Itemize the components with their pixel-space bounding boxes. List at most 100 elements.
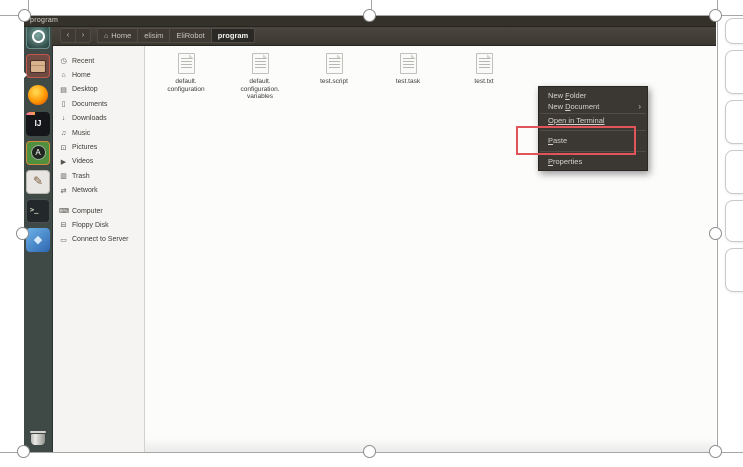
menu-item-new-document[interactable]: New Document› <box>539 101 647 112</box>
place-icon: ▯ <box>59 100 68 108</box>
place-label: Pictures <box>72 144 97 151</box>
place-icon: ▥ <box>59 172 68 180</box>
breadcrumb-label: EliRobot <box>176 31 204 40</box>
document-icon <box>178 53 195 74</box>
file-name-label: default. configuration <box>151 78 221 93</box>
file-item-test-txt[interactable]: test.txt <box>449 53 519 86</box>
side-toolbar-button[interactable] <box>725 50 743 94</box>
launcher-icon: >_ <box>26 199 50 221</box>
sidebar-item-computer[interactable]: ⌨ Computer <box>52 204 144 218</box>
sidebar-item-videos[interactable]: ▶ Videos <box>52 155 144 169</box>
place-icon: ▭ <box>59 236 68 244</box>
sidebar-item-floppy-disk[interactable]: ⊟ Floppy Disk <box>52 218 144 232</box>
launcher-item-ubuntu-dash[interactable] <box>26 25 50 49</box>
running-indicator-icon <box>24 72 27 78</box>
launcher-icon: A <box>31 145 46 160</box>
sidebar-item-trash[interactable]: ▥ Trash <box>52 169 144 183</box>
file-name-label: test.task <box>373 78 443 86</box>
launcher-item-terminal[interactable]: >_ <box>26 199 50 223</box>
selection-handle-bottom-center[interactable] <box>363 445 376 458</box>
place-label: Recent <box>72 58 94 65</box>
launcher-item-firefox[interactable] <box>26 83 50 107</box>
file-item-test-script[interactable]: test.script <box>299 53 369 86</box>
file-item-default-configuration[interactable]: default. configuration <box>151 53 221 93</box>
launcher-item-trash[interactable] <box>27 428 49 448</box>
selection-handle-middle-right[interactable] <box>709 227 722 240</box>
file-item-test-task[interactable]: test.task <box>373 53 443 86</box>
launcher-item-app-a[interactable]: A <box>26 141 50 165</box>
file-name-label: test.txt <box>449 78 519 86</box>
nav-buttons: ‹ › <box>60 28 91 43</box>
window-title: program <box>30 17 58 24</box>
breadcrumb-label: Home <box>111 31 131 40</box>
selection-handle-top-right[interactable] <box>709 9 722 22</box>
file-name-label: test.script <box>299 78 369 86</box>
sidebar-item-recent[interactable]: ◷ Recent <box>52 54 144 68</box>
breadcrumb-label: program <box>218 31 248 40</box>
submenu-arrow-icon: › <box>638 101 641 112</box>
selection-handle-bottom-left[interactable] <box>17 445 30 458</box>
place-icon: ▶ <box>59 158 68 166</box>
breadcrumb-home[interactable]: ⌂Home <box>97 28 138 43</box>
document-icon <box>252 53 269 74</box>
editor-canvas: { "screenshot": { "topbar": { "title": "… <box>0 0 743 467</box>
document-icon <box>476 53 493 74</box>
place-label: Downloads <box>72 115 107 122</box>
place-icon: ⌨ <box>59 207 68 215</box>
breadcrumb-elisim[interactable]: elisim <box>137 28 170 43</box>
sidebar-item-desktop[interactable]: ▤ Desktop <box>52 83 144 97</box>
screenshot-image[interactable]: IJ A ✎ >_ ◆ program ‹ › ⌂Home elisim <box>24 16 716 452</box>
sidebar-item-pictures[interactable]: ⊡ Pictures <box>52 140 144 154</box>
place-label: Music <box>72 130 90 137</box>
place-icon: ⌂ <box>59 72 68 79</box>
place-icon: ⇄ <box>59 187 68 195</box>
launcher-item-text-editor[interactable]: ✎ <box>26 170 50 194</box>
back-button[interactable]: ‹ <box>60 28 76 43</box>
sidebar-item-downloads[interactable]: ↓ Downloads <box>52 112 144 126</box>
paste-highlight-annotation <box>516 126 636 155</box>
breadcrumb: ⌂Home elisim EliRobot program <box>98 28 255 43</box>
sidebar-item-documents[interactable]: ▯ Documents <box>52 97 144 111</box>
menu-item-new-folder[interactable]: New Folder <box>539 90 647 101</box>
sidebar-item-music[interactable]: ♫ Music <box>52 126 144 140</box>
document-icon <box>400 53 417 74</box>
forward-button[interactable]: › <box>75 28 91 43</box>
selection-handle-top-left[interactable] <box>18 9 31 22</box>
file-item-default-configuration-variables[interactable]: default. configuration. variables <box>225 53 295 101</box>
breadcrumb-program[interactable]: program <box>211 28 255 43</box>
sidebar-item-home[interactable]: ⌂ Home <box>52 68 144 82</box>
place-label: Videos <box>72 158 93 165</box>
menu-item-properties[interactable]: Properties <box>539 156 647 167</box>
launcher-item-intellij[interactable]: IJ <box>26 112 50 136</box>
launcher-item-files[interactable] <box>26 54 50 78</box>
side-toolbar-button[interactable] <box>725 200 743 242</box>
launcher-icon: ◆ <box>26 228 50 252</box>
place-label: Connect to Server <box>72 236 128 243</box>
menu-item-open-in-terminal[interactable]: Open in Terminal <box>539 115 647 126</box>
document-icon <box>326 53 343 74</box>
place-label: Trash <box>72 173 90 180</box>
launcher-icon: ✎ <box>26 170 50 192</box>
selection-handle-top-center[interactable] <box>363 9 376 22</box>
side-toolbar-button[interactable] <box>725 248 743 292</box>
place-icon: ⊟ <box>59 221 68 229</box>
side-toolbar-button[interactable] <box>725 18 743 44</box>
breadcrumb-elirobot[interactable]: EliRobot <box>169 28 211 43</box>
place-icon: ⊡ <box>59 144 68 152</box>
place-label: Computer <box>72 208 103 215</box>
place-label: Home <box>72 72 91 79</box>
sidebar-item-network[interactable]: ⇄ Network <box>52 184 144 198</box>
file-manager-toolbar: ‹ › ⌂Home elisim EliRobot program <box>52 26 716 46</box>
launcher-icon: IJ <box>26 112 50 136</box>
selection-handle-middle-left[interactable] <box>16 227 29 240</box>
place-label: Documents <box>72 101 107 108</box>
side-toolbar-button[interactable] <box>725 150 743 194</box>
sidebar-item-connect-to-server[interactable]: ▭ Connect to Server <box>52 233 144 247</box>
home-icon: ⌂ <box>104 33 108 40</box>
selection-handle-bottom-right[interactable] <box>709 445 722 458</box>
place-label: Network <box>72 187 98 194</box>
side-toolbar-button[interactable] <box>725 100 743 144</box>
launcher-item-blue-cube[interactable]: ◆ <box>26 228 50 252</box>
place-label: Desktop <box>72 86 98 93</box>
breadcrumb-label: elisim <box>144 31 163 40</box>
